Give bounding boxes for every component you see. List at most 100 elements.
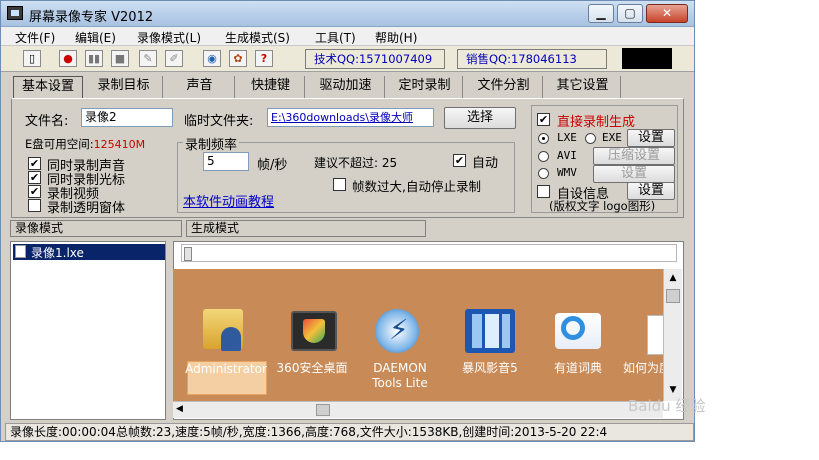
title-bar[interactable]: 屏幕录像专家 V2012 ▁ ▢ ✕ [1,1,694,27]
menu-file[interactable]: 文件(F) [15,29,55,46]
auto-stop-label: 帧数过大,自动停止录制 [352,179,481,194]
list-item[interactable]: 录像1.lxe [13,244,165,260]
baofeng-icon[interactable] [465,309,515,353]
menu-edit[interactable]: 编辑(E) [75,29,116,46]
custom-info-checkbox[interactable] [537,185,550,198]
tab-driver[interactable]: 驱动加速 [307,76,385,98]
desktop-preview: Administrator 360安全桌面 ⚡ DAEMON Tools Lit… [173,269,667,401]
icon-label-baofeng[interactable]: 暴风影音5 [449,361,531,376]
close-button[interactable]: ✕ [646,4,688,23]
wmv-radio[interactable] [538,168,549,179]
avi-radio[interactable] [538,151,549,162]
app-window: 屏幕录像专家 V2012 ▁ ▢ ✕ 文件(F) 编辑(E) 录像模式(L) 生… [0,0,695,442]
tab-basic[interactable]: 基本设置 [13,76,83,98]
user-avatar-icon [221,327,241,351]
disk-space-value: 125410M [93,138,146,151]
filename-label: 文件名: [25,114,69,129]
app-icon [7,6,23,20]
toolbar: ▯ ● ▮▮ ■ ✎ ✐ ◉ ✿ ? 技术QQ:1571007409 销售QQ:… [1,46,694,72]
stop-icon[interactable]: ■ [111,50,129,67]
tab-other[interactable]: 其它设置 [545,76,621,98]
icon-label-youdao[interactable]: 有道词典 [537,361,619,376]
film-strip-right [502,314,510,348]
help-icon[interactable]: ? [255,50,273,67]
menu-generate-mode[interactable]: 生成模式(S) [225,29,290,46]
tab-generate-mode[interactable]: 生成模式 [186,220,426,237]
temp-folder-input[interactable]: E:\360downloads\录像大师 [267,108,434,127]
scroll-up-icon[interactable]: ▲ [666,271,680,285]
frequency-group-title: 录制频率 [183,134,240,153]
auto-stop-checkbox[interactable] [333,178,346,191]
wmv-label: WMV [557,166,577,179]
suggest-text: 建议不超过: 25 [314,156,398,170]
tab-record-target[interactable]: 录制目标 [85,76,163,98]
tab-split[interactable]: 文件分割 [465,76,543,98]
icon-label-document[interactable]: 如何为度经验 [623,361,667,376]
record-icon[interactable]: ● [59,50,77,67]
tutorial-link[interactable]: 本软件动画教程 [183,191,274,210]
compress-settings-button[interactable]: 压缩设置 [593,147,675,165]
filename-input[interactable]: 录像2 [81,108,173,127]
tab-hotkeys[interactable]: 快捷键 [237,76,305,98]
edit-pen-icon[interactable]: ✐ [165,50,183,67]
menu-bar: 文件(F) 编辑(E) 录像模式(L) 生成模式(S) 工具(T) 帮助(H) [1,27,694,46]
disk-space-row: E盘可用空间:125410M [25,136,145,152]
gift-icon[interactable]: ✿ [229,50,247,67]
sales-qq-text: 销售QQ:178046113 [457,49,607,69]
menu-record-mode[interactable]: 录像模式(L) [137,29,201,46]
auto-checkbox[interactable]: ✔ [453,154,466,167]
new-file-icon[interactable]: ▯ [23,50,41,67]
vertical-scroll-thumb[interactable] [666,289,680,303]
avi-label: AVI [557,149,577,162]
select-folder-button[interactable]: 选择 [444,107,516,129]
menu-help[interactable]: 帮助(H) [375,29,417,46]
direct-record-checkbox[interactable]: ✔ [537,113,550,126]
lxe-label: LXE [557,131,577,144]
exe-radio[interactable] [585,133,596,144]
file-icon [15,245,26,258]
360-desktop-icon[interactable] [291,311,337,351]
daemon-tools-icon[interactable]: ⚡ [375,309,419,353]
status-bar: 录像长度:00:00:04总帧数:23,速度:5帧/秒,宽度:1366,高度:7… [5,423,694,441]
horizontal-scroll-thumb[interactable] [316,404,330,416]
maximize-button[interactable]: ▢ [617,4,643,23]
file-name: 录像1.lxe [31,246,84,260]
tab-scheduled[interactable]: 定时录制 [387,76,463,98]
record-video-checkbox[interactable]: ✔ [28,185,41,198]
temp-folder-label: 临时文件夹: [184,114,254,129]
icon-label-360[interactable]: 360安全桌面 [271,361,353,376]
icon-label-administrator[interactable]: Administrator [185,362,267,377]
lightning-glyph: ⚡ [389,313,409,346]
horizontal-scrollbar[interactable]: ◀ [173,401,663,418]
copyright-note: (版权文字 logo图形) [549,199,656,213]
vertical-scrollbar[interactable]: ▲ ▼ [663,269,682,401]
slider-thumb[interactable] [184,247,192,261]
watermark-text: Baidu 经验 [628,397,706,415]
tab-record-mode[interactable]: 录像模式 [10,220,182,237]
record-transparent-checkbox[interactable] [28,199,41,212]
shield-icon [303,319,325,343]
direct-record-label: 直接录制生成 [557,115,636,130]
timeline-slider[interactable] [181,244,677,262]
film-strip-left [472,314,482,348]
tab-sound[interactable]: 声音 [165,76,235,98]
menu-tools[interactable]: 工具(T) [315,29,356,46]
lxe-radio[interactable] [538,133,549,144]
minimize-button[interactable]: ▁ [588,4,614,23]
wmv-settings-button[interactable]: 设置 [593,165,675,183]
format-settings-button[interactable]: 设置 [627,129,675,147]
baidu-watermark: Baidu 经验 [628,395,705,416]
auto-label: 自动 [472,156,499,171]
youdao-dict-icon[interactable] [555,313,601,349]
scroll-left-icon[interactable]: ◀ [176,404,183,414]
record-sound-checkbox[interactable]: ✔ [28,157,41,170]
record-cursor-checkbox[interactable]: ✔ [28,171,41,184]
exe-label: EXE [602,131,622,144]
frequency-unit: 帧/秒 [257,158,288,173]
pause-icon[interactable]: ▮▮ [85,50,103,67]
frequency-input[interactable]: 5 [203,152,249,171]
icon-label-daemon[interactable]: DAEMON Tools Lite [359,361,441,391]
brush-icon[interactable]: ✎ [139,50,157,67]
globe-icon[interactable]: ◉ [203,50,221,67]
window-title: 屏幕录像专家 V2012 [29,10,154,25]
